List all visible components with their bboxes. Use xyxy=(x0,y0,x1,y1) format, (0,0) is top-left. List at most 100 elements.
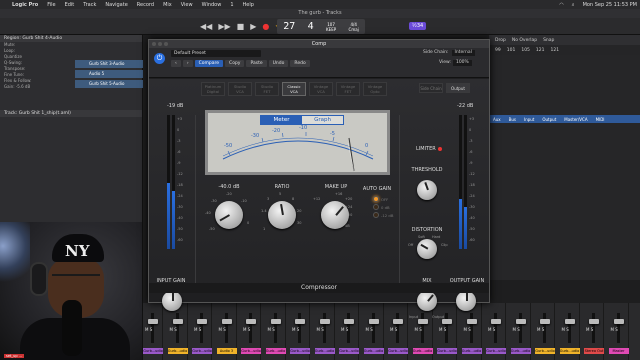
track-header[interactable]: Track: Gurb Shit 1_ship(t.aml) xyxy=(0,110,142,117)
mute-solo-buttons[interactable]: M S xyxy=(317,327,324,332)
fader-cap[interactable] xyxy=(564,319,575,324)
fader-cap[interactable] xyxy=(417,319,428,324)
fader-cap[interactable] xyxy=(589,319,599,324)
model-button[interactable]: Vintage VCA xyxy=(309,82,333,96)
strip-name[interactable]: Gurb...udio xyxy=(290,348,310,354)
menu-help[interactable]: Help xyxy=(243,2,254,8)
fader-cap[interactable] xyxy=(368,319,379,324)
mute-solo-buttons[interactable]: M S xyxy=(488,327,495,332)
strip-name[interactable]: Stereo Out xyxy=(584,348,604,354)
strip-name[interactable]: Gurb...udio xyxy=(167,348,188,354)
tab-meter[interactable]: Meter xyxy=(261,116,302,124)
strip-name[interactable]: Gurb...udio xyxy=(412,348,433,354)
power-icon[interactable]: ⏻ xyxy=(154,53,165,64)
strip-name[interactable]: Gurb...udio xyxy=(314,348,335,354)
prev-preset-icon[interactable]: ‹ xyxy=(171,60,181,67)
mute-solo-buttons[interactable]: M S xyxy=(194,327,201,332)
fader-cap[interactable] xyxy=(442,319,452,324)
menu-navigate[interactable]: Navigate xyxy=(105,2,127,8)
strip-name[interactable]: Gurb...udio xyxy=(461,348,482,354)
model-button[interactable]: Studio FET xyxy=(255,82,279,96)
menu-edit[interactable]: Edit xyxy=(65,2,75,8)
limiter-toggle[interactable]: LIMITER xyxy=(416,146,442,152)
model-button[interactable]: Vintage FET xyxy=(336,82,360,96)
track-row[interactable]: Gurb Shit 3-Audio xyxy=(75,60,143,68)
mix-knob[interactable] xyxy=(417,291,437,311)
fader-cap[interactable] xyxy=(197,319,207,324)
menu-window[interactable]: Window xyxy=(202,2,222,8)
search-icon[interactable]: ⌕ xyxy=(572,2,575,8)
strip-name[interactable]: Gurb...udio xyxy=(241,348,261,354)
mute-solo-buttons[interactable]: M S xyxy=(537,327,544,332)
wifi-icon[interactable]: ◠ xyxy=(559,2,563,8)
strip-name[interactable]: Gurb...udio xyxy=(192,348,212,354)
snap-label[interactable]: Snap xyxy=(543,38,554,43)
mute-solo-buttons[interactable]: M S xyxy=(513,327,520,332)
redo-button[interactable]: Redo xyxy=(290,60,310,67)
forward-icon[interactable]: ▶▶ xyxy=(218,22,230,31)
fader-cap[interactable] xyxy=(344,319,354,324)
mute-solo-buttons[interactable]: M S xyxy=(341,327,348,332)
app-menu[interactable]: Logic Pro xyxy=(12,2,38,8)
mute-solo-buttons[interactable]: M S xyxy=(464,327,471,332)
routing-input[interactable]: Input xyxy=(524,117,534,122)
mute-solo-buttons[interactable]: M S xyxy=(170,327,177,332)
fader-cap[interactable] xyxy=(613,319,624,324)
menu-track[interactable]: Track xyxy=(83,2,96,8)
minimize-icon[interactable] xyxy=(158,42,162,46)
strip-name[interactable]: Gurb...udio xyxy=(510,348,531,354)
ruler[interactable]: 99 101 105 121 121 xyxy=(489,45,640,55)
lcd-display[interactable]: 27 4 107 KEEP 4/4 Cmaj xyxy=(277,19,365,34)
mute-solo-buttons[interactable]: M S xyxy=(243,327,250,332)
stop-icon[interactable]: ■ xyxy=(237,22,245,31)
menu-file[interactable]: File xyxy=(47,2,55,8)
compare-button[interactable]: Compare xyxy=(194,60,224,67)
plugin-title-bar[interactable]: Comp xyxy=(149,40,489,48)
model-button[interactable]: Platinum Digital xyxy=(201,82,225,96)
fader-cap[interactable] xyxy=(540,319,550,324)
routing-midi[interactable]: MIDI xyxy=(596,117,605,122)
undo-button[interactable]: Undo xyxy=(268,60,289,67)
strip-name[interactable]: Gurb...udio xyxy=(339,348,359,354)
mute-solo-buttons[interactable]: M S xyxy=(219,327,226,332)
strip-name[interactable]: Gurb...udio xyxy=(388,348,408,354)
zoom-icon[interactable] xyxy=(164,42,168,46)
view-select[interactable]: 100% xyxy=(452,60,472,66)
fader-cap[interactable] xyxy=(172,319,183,324)
mute-solo-buttons[interactable]: M S xyxy=(562,327,569,332)
mute-solo-buttons[interactable]: M S xyxy=(292,327,299,332)
strip-name[interactable]: Gurb...udio xyxy=(437,348,457,354)
routing-aux[interactable]: Aux xyxy=(493,117,501,122)
fader-cap[interactable] xyxy=(319,319,330,324)
fader-cap[interactable] xyxy=(270,319,281,324)
model-button[interactable]: Vintage Opto xyxy=(363,82,387,96)
autogain-0db[interactable]: 0 dB xyxy=(373,204,393,210)
model-button[interactable]: Classic VCA xyxy=(282,82,306,96)
autogain-minus12db[interactable]: -12 dB xyxy=(373,212,393,218)
region-header[interactable]: Region: Gurb Shit 4-Audio xyxy=(0,35,142,42)
routing-output[interactable]: Output xyxy=(542,117,556,122)
mute-solo-buttons[interactable]: M S xyxy=(611,327,618,332)
mute-solo-buttons[interactable]: M S xyxy=(145,327,152,332)
mute-solo-buttons[interactable]: M S xyxy=(366,327,373,332)
output-gain-knob[interactable] xyxy=(456,291,476,311)
threshold-knob[interactable] xyxy=(417,180,437,200)
drop-label[interactable]: Drop xyxy=(495,38,506,43)
autogain-off[interactable]: OFF xyxy=(373,196,393,202)
mute-solo-buttons[interactable]: M S xyxy=(415,327,422,332)
strip-name[interactable]: Audio 3 xyxy=(216,348,237,354)
strip-name[interactable]: Gurb...udio xyxy=(486,348,506,354)
paste-button[interactable]: Paste xyxy=(246,60,267,67)
fader-cap[interactable] xyxy=(466,319,477,324)
fader-cap[interactable] xyxy=(295,319,305,324)
distortion-knob[interactable] xyxy=(417,239,437,259)
menu-1[interactable]: 1 xyxy=(230,2,233,8)
track-row[interactable]: Audio 5 xyxy=(75,70,143,78)
strip-name[interactable]: Gurb...udio xyxy=(143,348,163,354)
mute-solo-buttons[interactable]: M S xyxy=(439,327,446,332)
fader-cap[interactable] xyxy=(515,319,526,324)
mute-solo-buttons[interactable]: M S xyxy=(586,327,593,332)
side-chain-select[interactable]: Internal xyxy=(451,50,475,56)
preset-menu[interactable]: Default Preset xyxy=(171,50,261,57)
strip-name[interactable]: Gurb...udio xyxy=(535,348,555,354)
